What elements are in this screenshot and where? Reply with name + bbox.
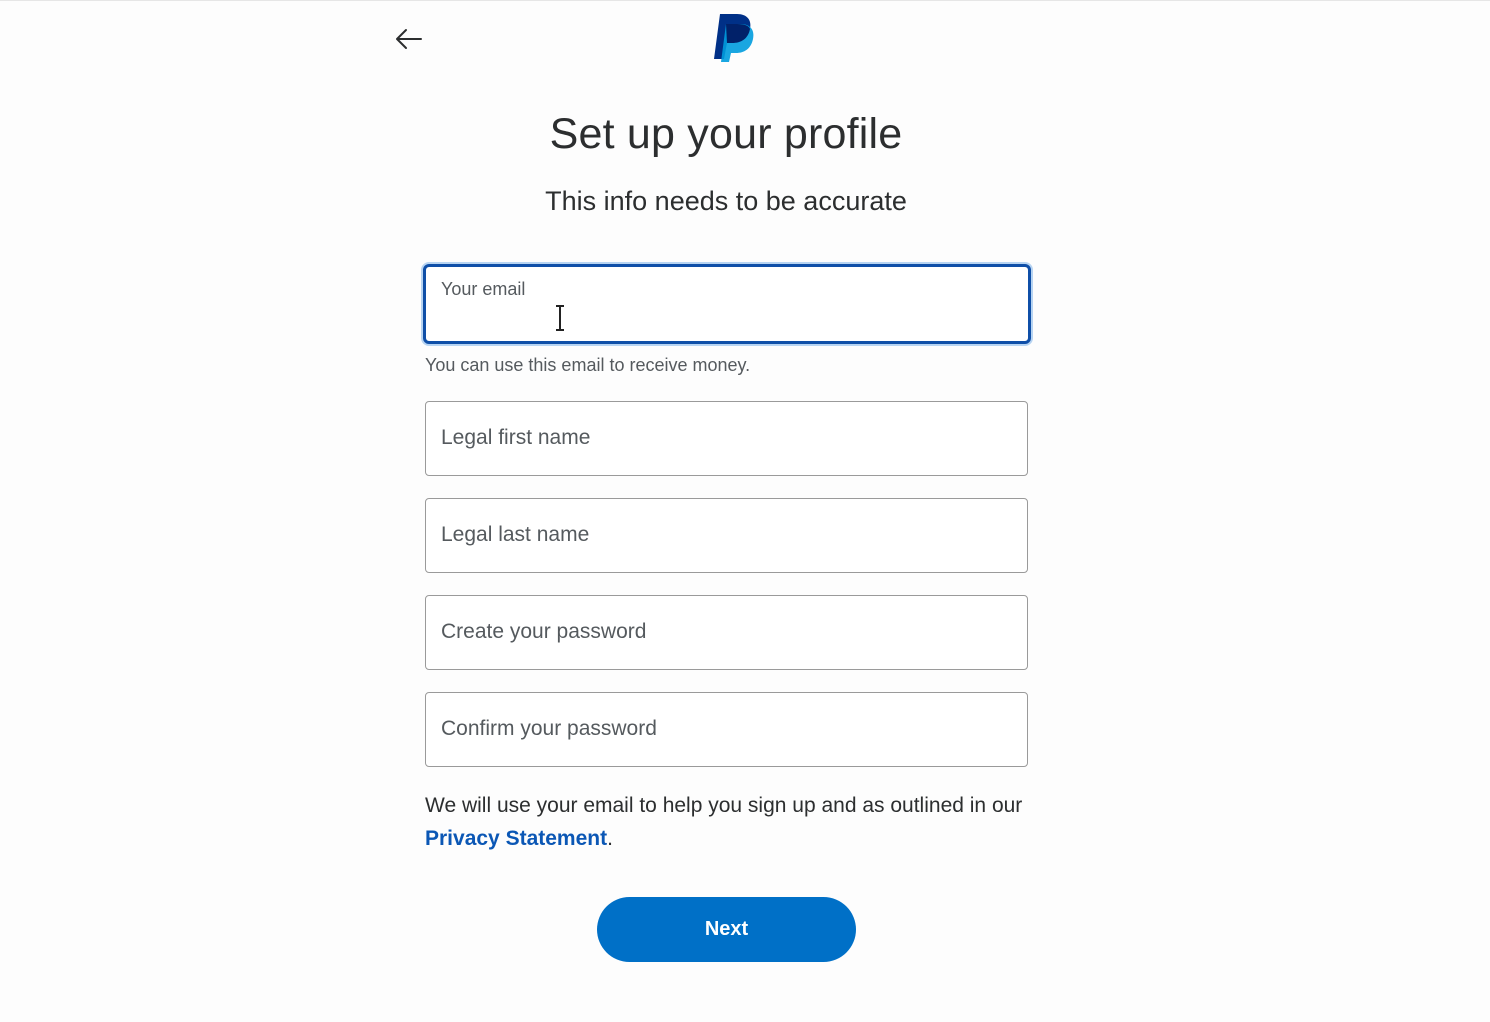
last-name-field-label: Legal last name xyxy=(441,523,590,546)
text-cursor-icon xyxy=(556,305,564,331)
signup-page: Set up your profile This info needs to b… xyxy=(0,0,1490,1022)
page-title: Set up your profile xyxy=(549,110,903,158)
next-button[interactable]: Next xyxy=(597,897,856,962)
first-name-field[interactable]: Legal first name xyxy=(425,401,1028,476)
privacy-statement-link[interactable]: Privacy Statement xyxy=(425,827,607,850)
legal-text: We will use your email to help you sign … xyxy=(425,794,1023,817)
legal-notice: We will use your email to help you sign … xyxy=(425,789,1045,855)
email-field-label: Your email xyxy=(441,279,526,299)
legal-text-end: . xyxy=(607,827,613,850)
email-helper-text: You can use this email to receive money. xyxy=(425,355,751,375)
back-button[interactable] xyxy=(392,24,424,54)
password-field-label: Create your password xyxy=(441,620,647,643)
page-subtitle: This info needs to be accurate xyxy=(545,186,907,216)
password-field[interactable]: Create your password xyxy=(425,595,1028,670)
arrow-left-icon xyxy=(396,29,422,49)
confirm-password-field[interactable]: Confirm your password xyxy=(425,692,1028,767)
confirm-password-field-label: Confirm your password xyxy=(441,717,657,740)
top-divider xyxy=(0,0,1490,1)
last-name-field[interactable]: Legal last name xyxy=(425,498,1028,573)
paypal-logo-icon xyxy=(714,14,754,62)
first-name-field-label: Legal first name xyxy=(441,426,591,449)
email-field[interactable]: Your email xyxy=(423,264,1031,344)
